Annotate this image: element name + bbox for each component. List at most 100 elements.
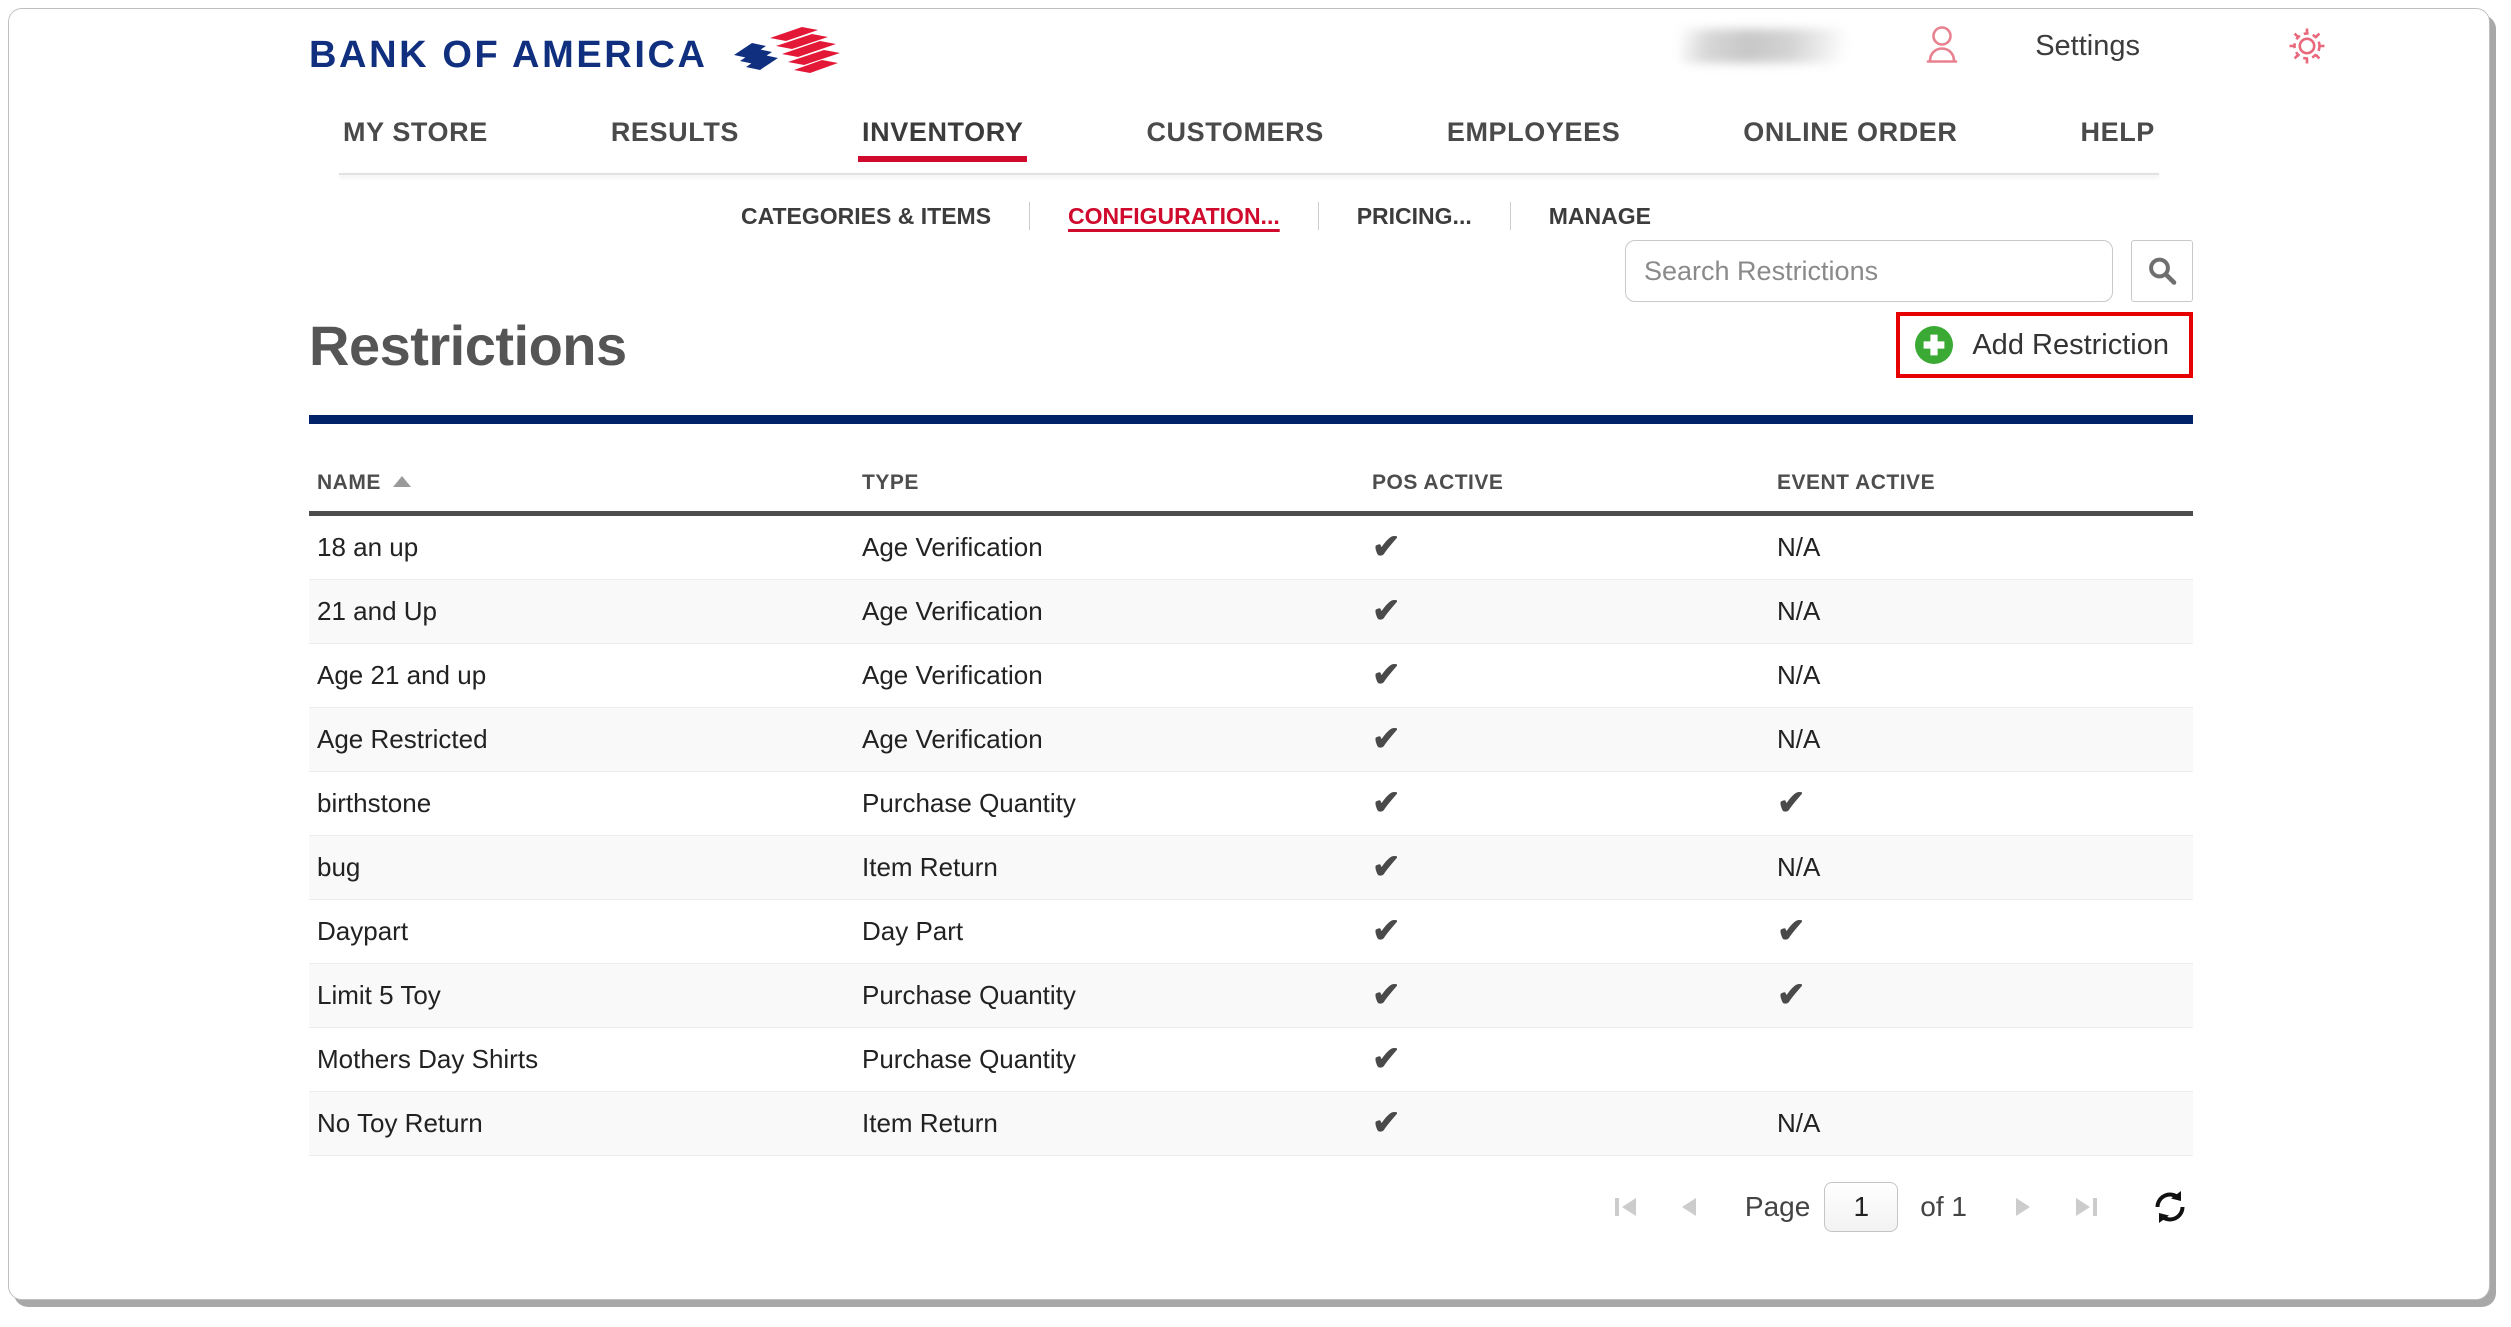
cell-type: Age Verification [854, 579, 1364, 644]
bank-of-america-logo[interactable]: BANK OF AMERICA [309, 25, 844, 85]
nav-item-my-store[interactable]: MY STORE [339, 117, 492, 166]
nav-item-results[interactable]: RESULTS [607, 117, 743, 166]
cell-event-active: N/A [1769, 513, 2193, 580]
cell-name: birthstone [309, 771, 854, 836]
nav-item-online-order[interactable]: ONLINE ORDER [1739, 117, 1961, 166]
cell-name: 18 an up [309, 513, 854, 580]
page-title: Restrictions [309, 313, 627, 377]
check-icon: ✔ [1372, 1104, 1401, 1142]
column-header-event-active[interactable]: EVENT ACTIVE [1769, 471, 2193, 516]
cell-event-active: ✔ [1769, 963, 2193, 1028]
main-content: Restrictions Add Restriction NAME TYPE P… [309, 237, 2193, 1156]
table-row[interactable]: birthstone Purchase Quantity ✔ ✔ [309, 771, 2193, 836]
check-icon: ✔ [1372, 1040, 1401, 1078]
subnav-item-manage[interactable]: MANAGE [1547, 203, 1653, 230]
nav-item-help[interactable]: HELP [2077, 117, 2159, 166]
cell-event-active: N/A [1769, 835, 2193, 900]
cell-type: Purchase Quantity [854, 1027, 1364, 1092]
user-name-redacted [1679, 29, 1846, 63]
restrictions-table: NAME TYPE POS ACTIVE EVENT ACTIVE 18 an … [309, 471, 2193, 1156]
next-page-button[interactable] [1999, 1184, 2045, 1230]
subnav-item-categories-items[interactable]: CATEGORIES & ITEMS [739, 203, 993, 230]
check-icon: ✔ [1372, 592, 1401, 630]
previous-page-button[interactable] [1667, 1184, 1713, 1230]
subnav-separator [1029, 202, 1031, 230]
subnav-separator [1509, 202, 1511, 230]
check-icon: ✔ [1372, 848, 1401, 886]
cell-pos-active: ✔ [1364, 643, 1769, 708]
cell-pos-active: ✔ [1364, 835, 1769, 900]
subnav-item-pricing[interactable]: PRICING... [1355, 203, 1474, 230]
cell-pos-active: ✔ [1364, 1091, 1769, 1156]
nav-item-inventory[interactable]: INVENTORY [858, 117, 1028, 166]
cell-pos-active: ✔ [1364, 579, 1769, 644]
check-icon: ✔ [1372, 976, 1401, 1014]
logo-wordmark: BANK OF AMERICA [309, 33, 708, 76]
cell-name: Age Restricted [309, 707, 854, 772]
first-page-button[interactable] [1603, 1184, 1649, 1230]
page-number-input[interactable] [1824, 1182, 1899, 1232]
cell-pos-active: ✔ [1364, 513, 1769, 580]
add-restriction-button[interactable]: Add Restriction [1896, 312, 2193, 378]
bank-of-america-flag-icon [733, 27, 840, 73]
check-icon: ✔ [1372, 528, 1401, 566]
cell-pos-active: ✔ [1364, 707, 1769, 772]
table-row[interactable]: 21 and Up Age Verification ✔ N/A [309, 579, 2193, 644]
cell-name: 21 and Up [309, 579, 854, 644]
cell-type: Age Verification [854, 643, 1364, 708]
section-divider-navy [309, 415, 2193, 424]
table-header-row: NAME TYPE POS ACTIVE EVENT ACTIVE [309, 471, 2193, 516]
plus-circle-icon [1915, 326, 1954, 364]
table-header: NAME TYPE POS ACTIVE EVENT ACTIVE [309, 471, 2193, 516]
cell-event-active: N/A [1769, 707, 2193, 772]
nav-item-employees[interactable]: EMPLOYEES [1443, 117, 1624, 166]
header-right-cluster: Settings [1679, 23, 2329, 69]
page-title-row: Restrictions Add Restriction [309, 299, 2193, 391]
gear-icon[interactable] [2285, 24, 2329, 68]
table-row[interactable]: Age Restricted Age Verification ✔ N/A [309, 707, 2193, 772]
check-icon: ✔ [1372, 784, 1401, 822]
cell-event-active: N/A [1769, 643, 2193, 708]
subnav-item-configuration[interactable]: CONFIGURATION... [1066, 203, 1282, 230]
table-row[interactable]: No Toy Return Item Return ✔ N/A [309, 1091, 2193, 1156]
column-header-name-label: NAME [317, 471, 381, 494]
cell-name: Daypart [309, 899, 854, 964]
person-icon[interactable] [1919, 23, 1965, 69]
nav-divider [339, 173, 2159, 175]
refresh-button[interactable] [2147, 1184, 2193, 1230]
cell-name: Age 21 and up [309, 643, 854, 708]
add-restriction-label: Add Restriction [1972, 328, 2169, 361]
column-header-name[interactable]: NAME [309, 471, 854, 516]
table-row[interactable]: 18 an up Age Verification ✔ N/A [309, 513, 2193, 580]
nav-item-customers[interactable]: CUSTOMERS [1142, 117, 1327, 166]
application-window: BANK OF AMERICA Settings MY STORE RESULT… [8, 8, 2490, 1300]
last-page-button[interactable] [2063, 1184, 2109, 1230]
sort-ascending-icon [392, 476, 411, 487]
column-header-pos-active[interactable]: POS ACTIVE [1364, 471, 1769, 516]
table-body: 18 an up Age Verification ✔ N/A 21 and Up Age… [309, 513, 2193, 1156]
cell-pos-active: ✔ [1364, 899, 1769, 964]
cell-pos-active: ✔ [1364, 1027, 1769, 1092]
page-label: Page [1744, 1191, 1811, 1222]
table-row[interactable]: bug Item Return ✔ N/A [309, 835, 2193, 900]
cell-type: Item Return [854, 1091, 1364, 1156]
table-row[interactable]: Limit 5 Toy Purchase Quantity ✔ ✔ [309, 963, 2193, 1028]
cell-event-active: N/A [1769, 579, 2193, 644]
check-icon: ✔ [1372, 912, 1401, 950]
cell-pos-active: ✔ [1364, 771, 1769, 836]
column-header-type[interactable]: TYPE [854, 471, 1364, 516]
table-row[interactable]: Daypart Day Part ✔ ✔ [309, 899, 2193, 964]
cell-name: bug [309, 835, 854, 900]
cell-event-active: ✔ [1769, 899, 2193, 964]
page-total-label: of 1 [1920, 1191, 1967, 1222]
cell-name: No Toy Return [309, 1091, 854, 1156]
check-icon: ✔ [1777, 912, 1806, 950]
table-row[interactable]: Age 21 and up Age Verification ✔ N/A [309, 643, 2193, 708]
settings-link[interactable]: Settings [2035, 30, 2140, 63]
cell-type: Day Part [854, 899, 1364, 964]
cell-event-active: ✔ [1769, 771, 2193, 836]
table-row[interactable]: Mothers Day Shirts Purchase Quantity ✔ [309, 1027, 2193, 1092]
previous-page-icon [1681, 1198, 1696, 1216]
cell-type: Purchase Quantity [854, 963, 1364, 1028]
pagination-bar: Page of 1 [1603, 1182, 2193, 1232]
